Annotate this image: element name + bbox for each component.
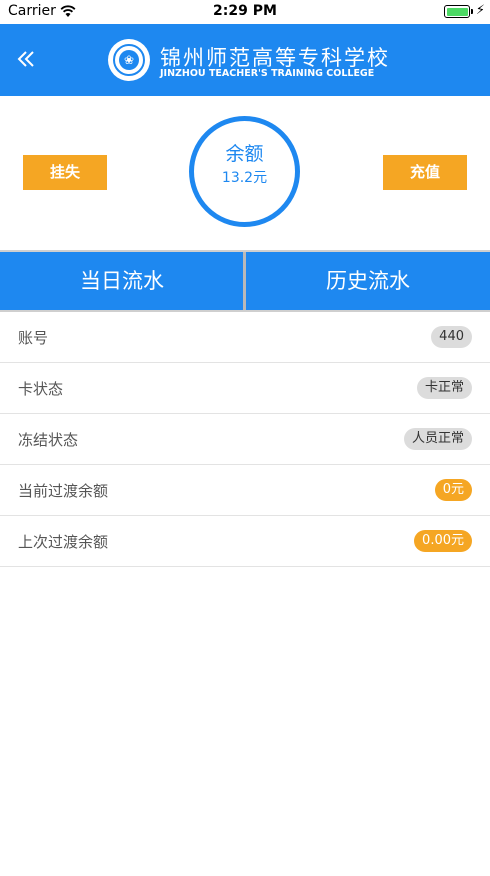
balance-circle: 余额 13.2元 xyxy=(189,116,300,227)
info-row-last-transition-balance: 上次过渡余额 0.00元 xyxy=(0,516,490,567)
balance-label: 余额 xyxy=(225,143,264,165)
charging-icon: ⚡ xyxy=(475,3,485,18)
info-row-current-transition-balance: 当前过渡余额 0元 xyxy=(0,465,490,516)
current-transition-balance-badge: 0元 xyxy=(434,479,472,501)
balance-section: 挂失 余额 13.2元 充值 xyxy=(0,96,490,250)
college-emblem-icon: ❀ xyxy=(108,39,150,81)
info-row-freeze-status: 冻结状态 人员正常 xyxy=(0,414,490,465)
tab-history-transactions[interactable]: 历史流水 xyxy=(246,252,490,310)
status-time: 2:29 PM xyxy=(213,3,277,19)
double-chevron-left-icon[interactable] xyxy=(14,47,38,71)
card-info-list: 账号 440 卡状态 卡正常 冻结状态 人员正常 当前过渡余额 0元 上次过渡余… xyxy=(0,312,490,567)
last-transition-balance-badge: 0.00元 xyxy=(414,530,472,552)
account-label: 账号 xyxy=(18,329,49,347)
freeze-status-label: 冻结状态 xyxy=(18,431,79,449)
info-row-card-status: 卡状态 卡正常 xyxy=(0,363,490,414)
balance-value: 13.2元 xyxy=(221,170,268,186)
college-name-en: JINZHOU TEACHER'S TRAINING COLLEGE xyxy=(160,68,375,79)
info-row-account: 账号 440 xyxy=(0,312,490,363)
card-status-label: 卡状态 xyxy=(18,380,64,398)
battery-icon xyxy=(444,5,470,18)
tab-daily-transactions[interactable]: 当日流水 xyxy=(0,252,244,310)
nav-bar: ❀ 锦州师范高等专科学校 JINZHOU TEACHER'S TRAINING … xyxy=(0,24,490,96)
freeze-status-badge: 人员正常 xyxy=(403,428,472,450)
account-value-badge: 440 xyxy=(431,326,472,348)
card-status-badge: 卡正常 xyxy=(416,377,472,399)
transaction-tabs: 当日流水 历史流水 xyxy=(0,250,490,312)
last-transition-balance-label: 上次过渡余额 xyxy=(18,533,109,551)
current-transition-balance-label: 当前过渡余额 xyxy=(18,482,109,500)
battery-tip xyxy=(471,9,473,14)
recharge-button[interactable]: 充值 xyxy=(383,155,467,190)
status-bar: Carrier 2:29 PM ⚡ xyxy=(0,0,490,24)
report-loss-button[interactable]: 挂失 xyxy=(23,155,107,190)
